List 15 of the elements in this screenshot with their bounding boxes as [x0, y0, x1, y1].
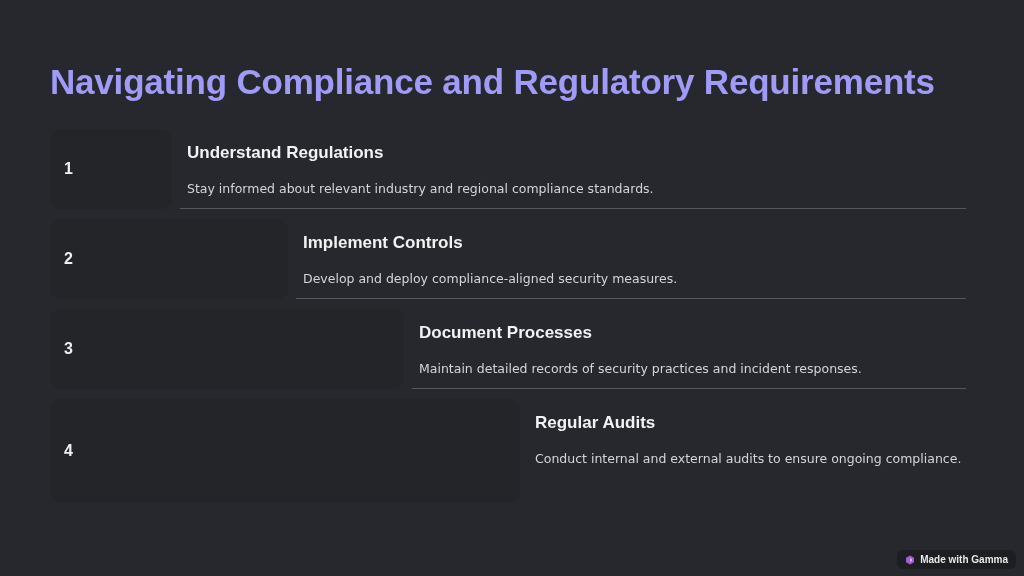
logo-icon: [905, 554, 916, 565]
step-heading: Regular Audits: [535, 413, 657, 433]
step-description: Stay informed about relevant industry and regional compliance standards.: [187, 180, 655, 198]
step-heading: Document Processes: [419, 323, 593, 343]
step-number: 4: [64, 442, 73, 460]
step-description: Conduct internal and external audits to ensure ongoing compliance.: [535, 450, 963, 468]
step-heading: Understand Regulations: [187, 143, 385, 163]
step-number: 3: [64, 340, 73, 358]
made-with-badge[interactable]: Made with Gamma: [897, 550, 1016, 569]
step-number: 1: [64, 160, 73, 178]
step-heading: Implement Controls: [303, 233, 464, 253]
step-description: Maintain detailed records of security practices and incident responses.: [419, 360, 863, 378]
step-number: 2: [64, 250, 73, 268]
step-description: Develop and deploy compliance-aligned security measures.: [303, 270, 679, 288]
slide-title: Navigating Compliance and Regulatory Requirements: [50, 62, 936, 102]
